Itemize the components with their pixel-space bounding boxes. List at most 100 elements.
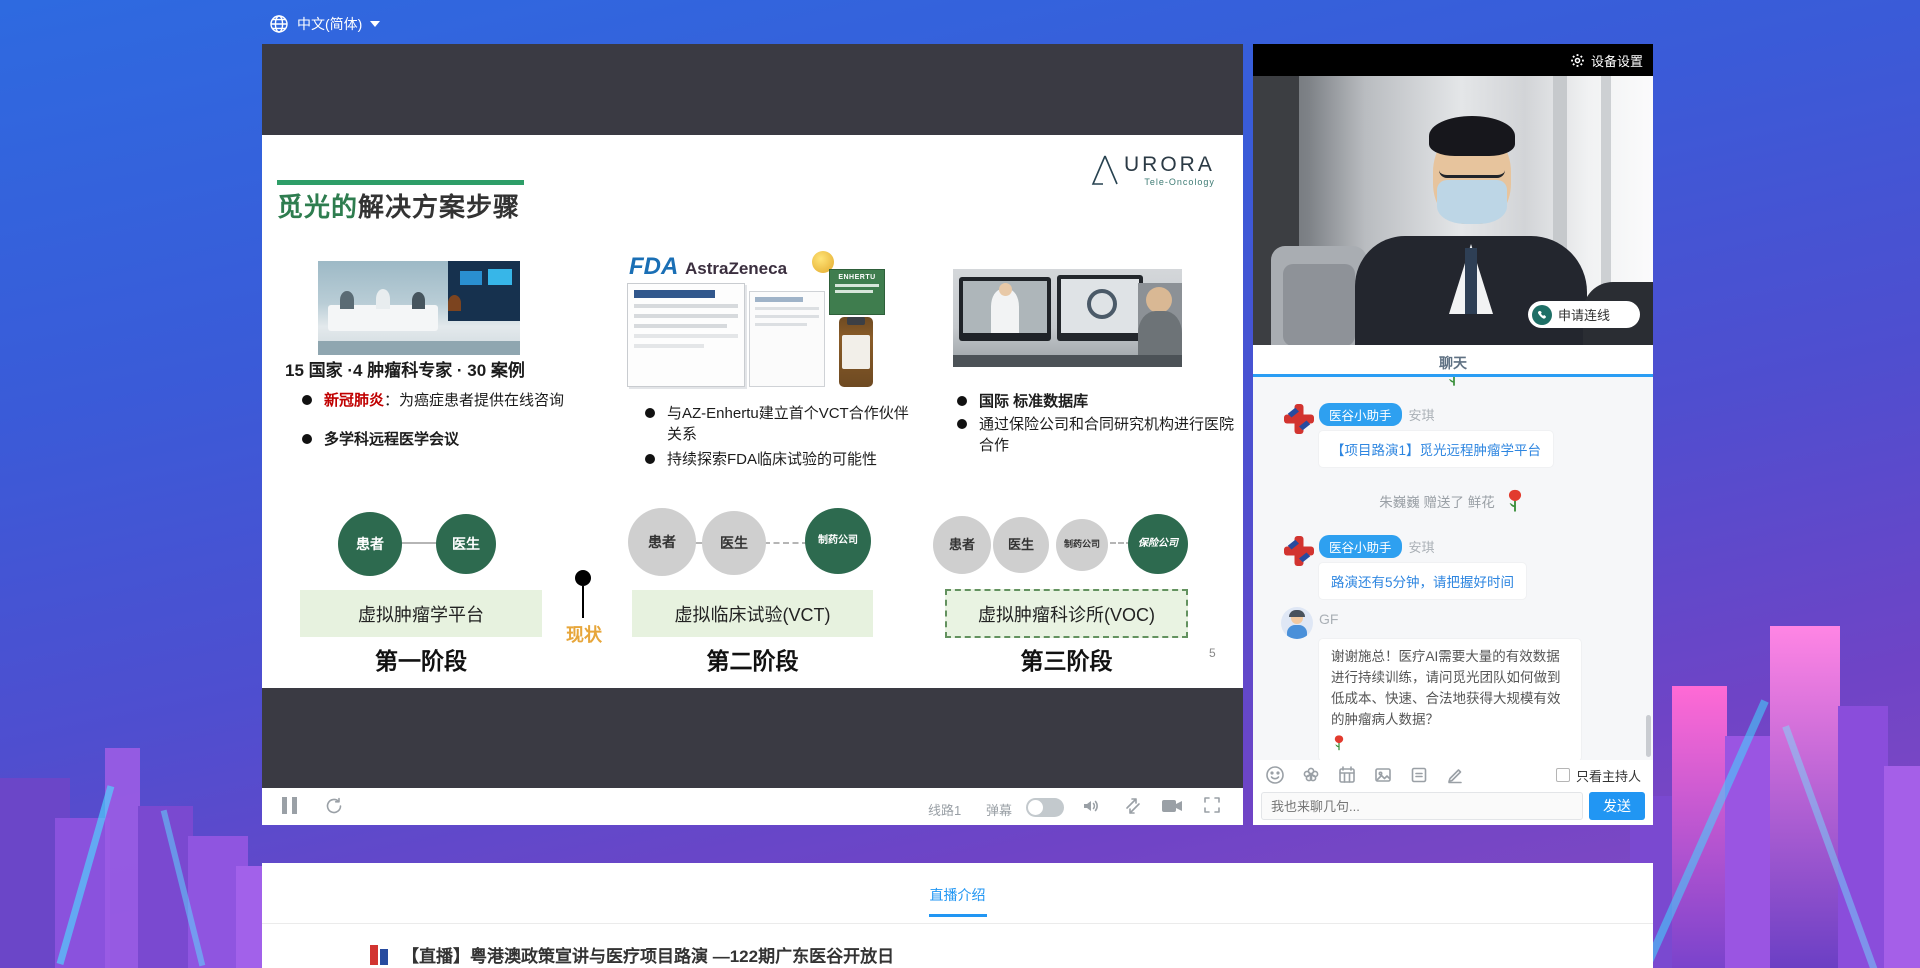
covid-highlight: 新冠肺炎: [324, 392, 384, 409]
live-title: 【直播】粤港澳政策宣讲与医疗项目路演 —122期广东医谷开放日: [402, 942, 894, 967]
enhertu-box: ENHERTU: [829, 269, 885, 315]
device-settings-bar: 设备设置: [1253, 44, 1653, 76]
pen-icon[interactable]: [1445, 765, 1465, 785]
node-pharma: 制药公司: [1056, 519, 1108, 571]
chat-messages[interactable]: 医谷小助手 安琪 【项目路演1】觅光远程肿瘤学平台 朱巍巍 赠送了 鲜花 医谷小…: [1253, 377, 1653, 760]
connector: [400, 542, 438, 544]
stage3-name: 第三阶段: [945, 642, 1188, 676]
col1-bullet-1: 新冠肺炎：为癌症患者提供在线咨询: [300, 390, 600, 411]
caret-down-icon: [370, 21, 380, 27]
gf-avatar: [1281, 607, 1313, 639]
aurora-logo: URORA Tele-Oncology: [1090, 153, 1215, 187]
status-marker-line: [582, 586, 584, 618]
user-name: GF: [1319, 611, 1338, 627]
node-patient: 患者: [933, 516, 991, 574]
tab-underline: [929, 914, 987, 917]
telemedicine-photo: [953, 269, 1182, 367]
slide-title-highlight: 觅光的: [277, 192, 358, 222]
refresh-icon[interactable]: [324, 796, 344, 816]
stage3-box: 虚拟肿瘤科诊所(VOC): [945, 589, 1188, 638]
col3-bullet-2: 通过保险公司和合同研究机构进行医院合作: [955, 414, 1240, 456]
danmaku-toggle[interactable]: [1026, 798, 1064, 817]
enhertu-label: ENHERTU: [830, 274, 884, 281]
user-badge: 医谷小助手: [1319, 403, 1402, 426]
col1-bullet-2: 多学科远程医学会议: [300, 429, 600, 450]
image-icon[interactable]: [1373, 765, 1393, 785]
col3-bullet-1: 国际 标准数据库: [955, 391, 1240, 412]
slide-page-number: 5: [1209, 646, 1216, 660]
request-call-label: 申请连线: [1558, 305, 1610, 324]
rose-icon: [1331, 733, 1347, 753]
fda-logo: FDA: [629, 253, 678, 281]
node-insurance: 保险公司: [1128, 514, 1188, 574]
speaker-icon[interactable]: [1080, 795, 1102, 817]
stage1-box: 虚拟肿瘤学平台: [300, 590, 542, 637]
device-settings-label[interactable]: 设备设置: [1591, 51, 1643, 70]
language-label: 中文(简体): [297, 14, 362, 34]
camera-icon[interactable]: [1160, 796, 1184, 816]
glasses: [1439, 164, 1505, 178]
only-host-checkbox[interactable]: [1556, 768, 1570, 782]
node-doctor: 医生: [436, 514, 496, 574]
connector-dashed: [764, 542, 808, 544]
emoji-icon[interactable]: [1265, 765, 1285, 785]
astrazeneca-logo: AstraZeneca: [685, 259, 787, 279]
stage2-box: 虚拟临床试验(VCT): [632, 590, 873, 637]
line-switch-icon[interactable]: [1122, 795, 1144, 817]
gift-message: 朱巍巍 赠送了 鲜花: [1253, 487, 1653, 515]
fullscreen-icon[interactable]: [1202, 795, 1222, 815]
node-doctor: 医生: [702, 511, 766, 575]
chat-bubble: 【项目路演1】觅光远程肿瘤学平台: [1319, 431, 1553, 467]
chat-bubble: 路演还有5分钟，请把握好时间: [1319, 563, 1526, 599]
pause-button[interactable]: [282, 797, 297, 814]
face-mask: [1437, 180, 1507, 224]
calendar-icon[interactable]: [1337, 765, 1357, 785]
gear-icon: [1570, 53, 1585, 68]
aurora-triangle-icon: [1090, 153, 1120, 187]
node-pharma: 制药公司: [805, 508, 871, 574]
live-info-card: 直播介绍 【直播】粤港澳政策宣讲与医疗项目路演 —122期广东医谷开放日: [262, 863, 1653, 968]
chat-input[interactable]: [1261, 792, 1583, 820]
stream-player: 觅光的解决方案步骤 URORA Tele-Oncology F: [262, 44, 1243, 825]
stage2-name: 第二阶段: [632, 642, 873, 676]
chat-tab[interactable]: 聊天: [1253, 345, 1653, 374]
only-host-control[interactable]: 只看主持人: [1556, 766, 1641, 785]
scrollbar-thumb[interactable]: [1646, 715, 1651, 757]
aurora-logo-subtitle: Tele-Oncology: [1124, 177, 1215, 187]
slide-title-rest: 解决方案步骤: [358, 192, 520, 222]
chat-panel: 聊天 医谷小助手 安琪 【项目路演1】觅光远程肿瘤学平台 朱巍巍 赠送了 鲜花: [1253, 345, 1653, 825]
request-call-button[interactable]: 申请连线: [1528, 301, 1640, 328]
user-name: 安琪: [1409, 405, 1435, 424]
chat-toolbar: 只看主持人: [1253, 760, 1653, 790]
document-thumbnail: [749, 291, 825, 387]
yigu-logo: [368, 943, 390, 967]
rose-icon: [1443, 377, 1465, 390]
title-accent-line: [277, 180, 524, 185]
pause-icon: [282, 797, 287, 814]
presentation-slide: 觅光的解决方案步骤 URORA Tele-Oncology F: [262, 135, 1243, 688]
node-patient: 患者: [338, 512, 402, 576]
chat-bubble: 谢谢施总！医疗AI需要大量的有效数据进行持续训练，请问觅光团队如何做到低成本、快…: [1319, 639, 1581, 760]
node-doctor: 医生: [993, 517, 1049, 573]
danmaku-label: 弹幕: [986, 800, 1012, 819]
status-marker-dot: [575, 570, 591, 586]
document-thumbnail: [627, 283, 745, 387]
language-selector[interactable]: 中文(简体): [269, 11, 380, 37]
fda-astrazeneca-graphic: FDA AstraZeneca ENHERTU: [627, 251, 888, 392]
note-icon[interactable]: [1409, 765, 1429, 785]
send-button[interactable]: 发送: [1589, 792, 1645, 820]
user-name: 安琪: [1409, 537, 1435, 556]
vial-photo: [839, 317, 873, 387]
assistant-avatar: [1281, 533, 1317, 569]
line-label[interactable]: 线路1: [928, 800, 961, 819]
flower-gift-icon[interactable]: [1301, 765, 1321, 785]
assistant-avatar: [1281, 401, 1317, 437]
conference-room-photo: [318, 261, 520, 355]
col2-bullet-1: 与AZ-Enhertu建立首个VCT合作伙伴关系: [643, 403, 918, 445]
user-badge: 医谷小助手: [1319, 535, 1402, 558]
node-patient: 患者: [628, 508, 696, 576]
tab-live-intro[interactable]: 直播介绍: [262, 863, 1653, 905]
aurora-logo-text: URORA: [1124, 153, 1215, 177]
col1-heading: 15 国家 ·4 肿瘤科专家 · 30 案例: [285, 356, 625, 381]
phone-icon: [1532, 305, 1552, 325]
